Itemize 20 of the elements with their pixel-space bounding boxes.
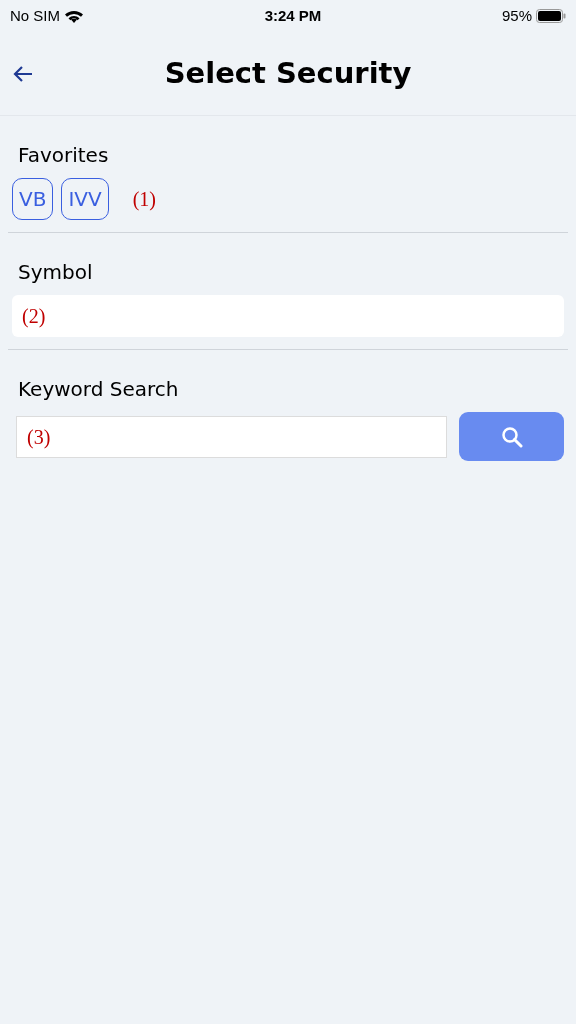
keyword-search-field[interactable]: (3) — [16, 415, 447, 458]
back-button[interactable] — [12, 64, 34, 83]
section-label: Favorites — [17, 142, 110, 169]
carrier-label: No SIM — [10, 5, 60, 26]
clock-label: 3:24 PM — [264, 5, 322, 26]
favorite-chip[interactable]: VB — [12, 178, 54, 220]
search-button[interactable] — [459, 412, 564, 461]
battery-label: 95% — [501, 5, 532, 26]
favorite-chip[interactable]: IVV — [61, 178, 109, 220]
annotation-label: (3) — [27, 424, 51, 451]
wifi-icon — [64, 8, 84, 24]
symbol-field[interactable]: (2) — [12, 295, 564, 337]
section-label: Symbol — [17, 259, 94, 286]
annotation-label: (2) — [22, 304, 46, 330]
annotation-label: (1) — [132, 187, 156, 213]
search-icon — [500, 425, 523, 448]
page-title: Select Security — [164, 54, 412, 92]
back-arrow-icon — [12, 64, 34, 83]
battery-icon — [536, 9, 566, 23]
section-label: Keyword Search — [17, 376, 180, 403]
